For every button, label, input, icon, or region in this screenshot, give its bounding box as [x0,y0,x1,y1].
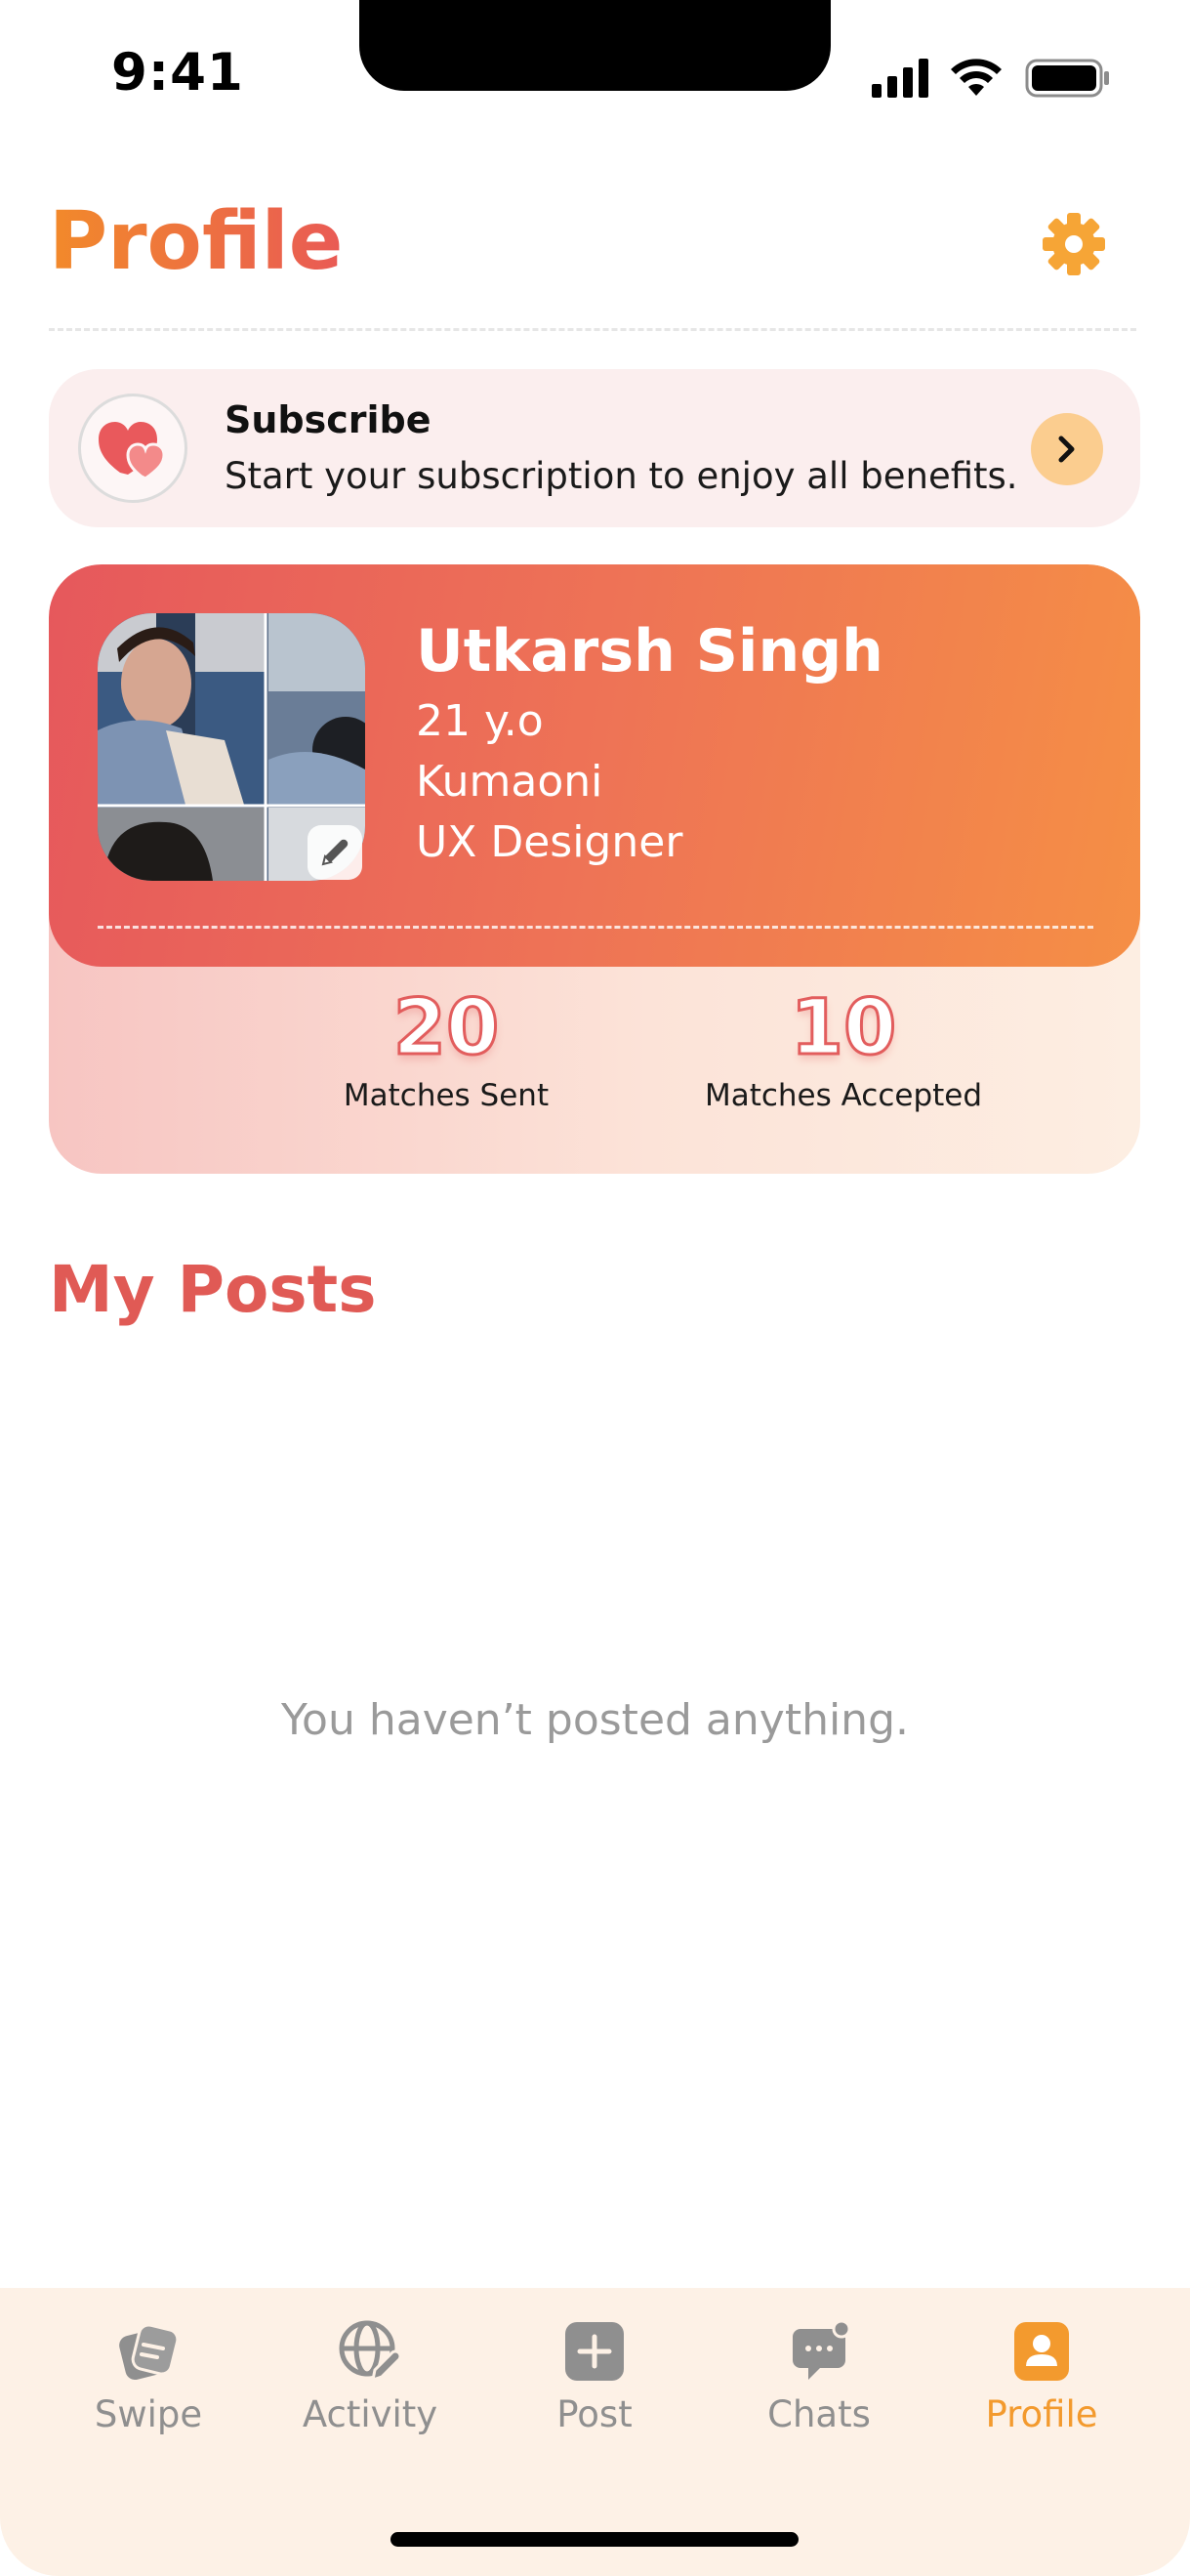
chat-bubble-icon [793,2319,851,2380]
subscribe-title: Subscribe [225,398,431,441]
matches-accepted-value: 10 [789,983,898,1074]
hearts-icon [99,422,166,478]
page-title: Profile [49,195,344,288]
tab-activity[interactable]: Activity [272,2319,468,2435]
profile-card-header: Utkarsh Singh 21 y.o Kumaoni UX Designer [49,564,1140,967]
settings-gear-icon[interactable] [1041,211,1107,277]
matches-accepted-label: Matches Accepted [704,1078,983,1113]
device-notch [359,0,831,91]
swipe-cards-icon [119,2323,180,2381]
home-indicator [390,2532,799,2547]
cellular-signal-icon [872,59,928,98]
subscribe-icon-container [78,394,187,503]
globe-edit-icon [339,2320,402,2383]
empty-posts-message: You haven’t posted anything. [281,1695,909,1745]
subscribe-description: Start your subscription to enjoy all ben… [225,455,1018,497]
pencil-icon [321,839,349,866]
tab-post-label: Post [556,2393,633,2435]
tab-post[interactable]: Post [497,2319,692,2435]
tab-chats-label: Chats [767,2393,871,2435]
header-divider [49,328,1136,331]
my-posts-heading: My Posts [49,1252,377,1327]
tab-profile[interactable]: Profile [944,2319,1139,2435]
user-badge-icon [1014,2322,1069,2381]
profile-community: Kumaoni [416,757,603,807]
tab-chats[interactable]: Chats [721,2319,917,2435]
profile-age: 21 y.o [416,696,544,746]
subscribe-arrow-button[interactable] [1031,413,1103,485]
chevron-right-icon [1058,436,1075,463]
tab-swipe[interactable]: Swipe [51,2319,246,2435]
plus-square-icon [565,2322,624,2381]
profile-name: Utkarsh Singh [416,617,883,686]
battery-icon [1025,59,1109,98]
tab-swipe-label: Swipe [94,2393,203,2435]
status-bar: 9:41 [0,0,1190,146]
matches-accepted-stat: 10 Matches Accepted [599,983,1087,1114]
status-time: 9:41 [111,43,244,103]
tab-activity-label: Activity [302,2393,438,2435]
profile-card-divider [98,926,1093,929]
profile-card: Utkarsh Singh 21 y.o Kumaoni UX Designer… [49,564,1140,1174]
wifi-icon [951,59,1002,96]
tab-profile-label: Profile [985,2393,1098,2435]
profile-occupation: UX Designer [416,817,683,867]
edit-photo-button[interactable] [308,825,362,880]
subscribe-banner[interactable]: Subscribe Start your subscription to enj… [49,369,1140,527]
